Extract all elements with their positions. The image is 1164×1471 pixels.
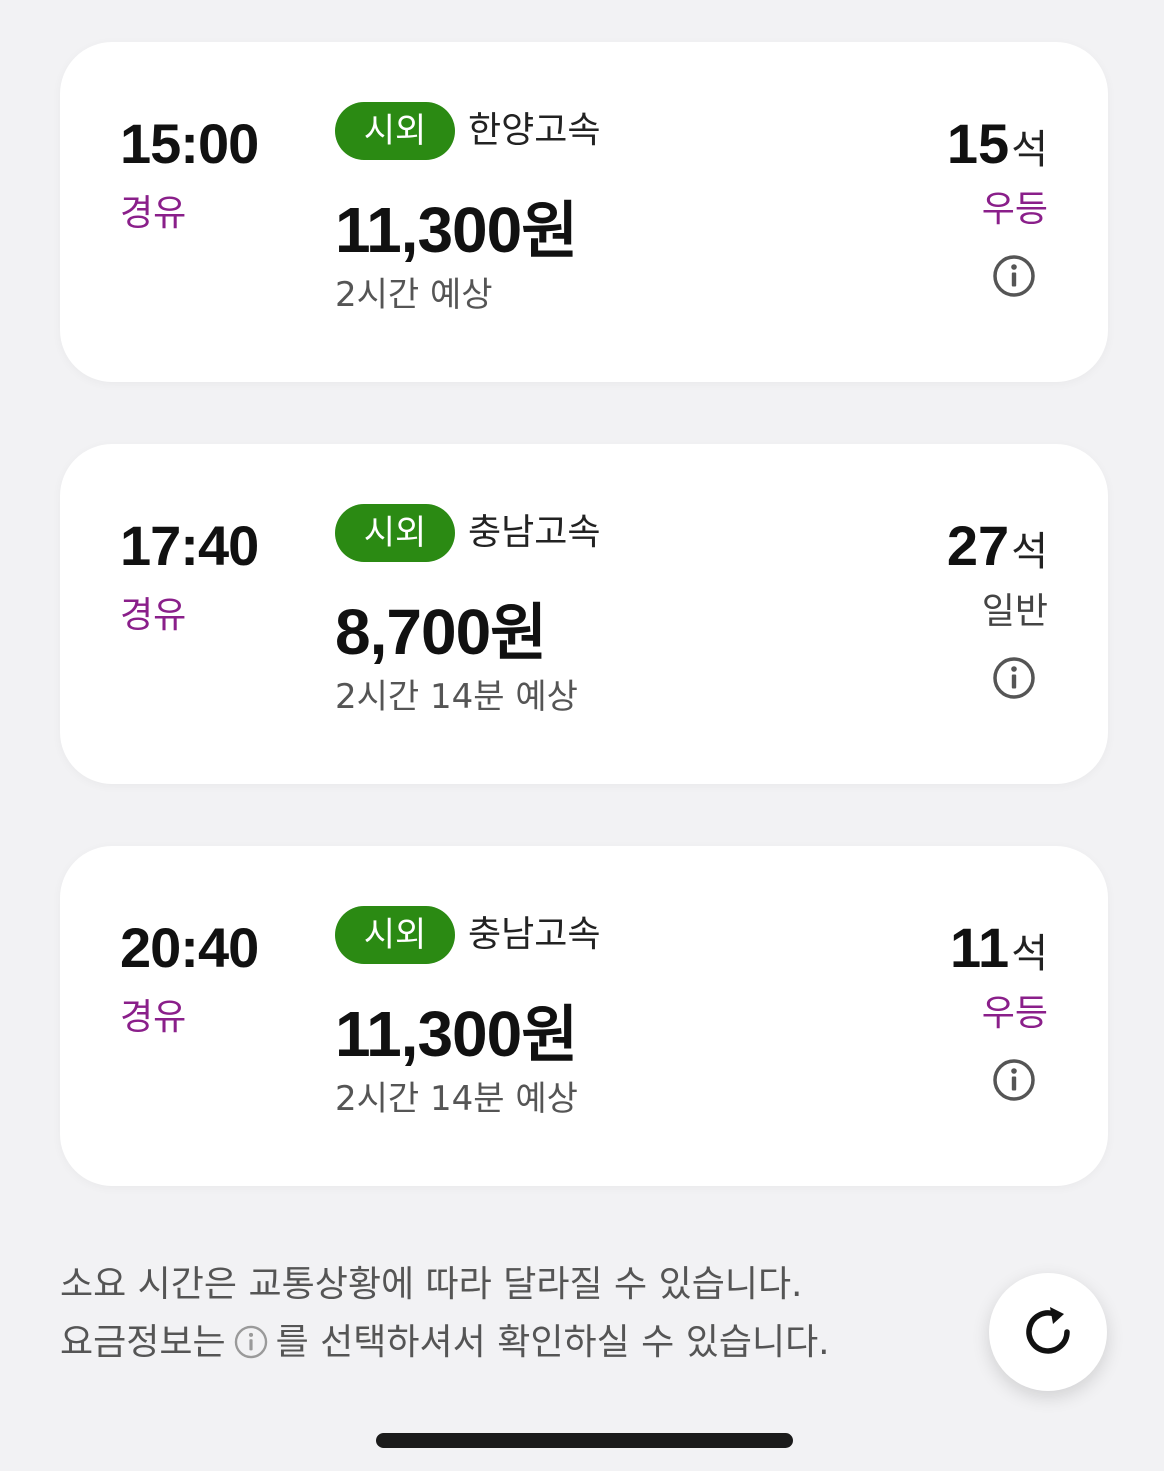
bus-type-badge: 시외 xyxy=(335,102,455,160)
info-icon[interactable] xyxy=(990,654,1038,702)
departure-time: 17:40 xyxy=(120,514,259,577)
notice-line-2: 요금정보는 를 선택하셔서 확인하실 수 있습니다. xyxy=(60,1314,960,1372)
seat-grade: 우등 xyxy=(981,189,1048,230)
fare: 11,300원 xyxy=(335,998,578,1071)
seats-unit: 석 xyxy=(1011,127,1048,173)
fare-unit: 원 xyxy=(521,998,578,1071)
departure-time: 15:00 xyxy=(120,112,259,175)
fare-amount: 8,700 xyxy=(335,596,491,668)
schedule-card[interactable]: 17:40 경유 시외 충남고속 8,700원 2시간 14분 예상 27석 일… xyxy=(60,444,1108,784)
seats-unit: 석 xyxy=(1011,931,1048,977)
estimated-duration: 2시간 예상 xyxy=(335,275,493,315)
schedule-card[interactable]: 20:40 경유 시외 충남고속 11,300원 2시간 14분 예상 11석 … xyxy=(60,846,1108,1186)
info-icon[interactable] xyxy=(990,252,1038,300)
bus-type-badge: 시외 xyxy=(335,504,455,562)
fare-unit: 원 xyxy=(490,596,547,669)
notice-text-before: 요금정보는 xyxy=(60,1322,226,1363)
seats-count: 15 xyxy=(946,112,1010,175)
fare-amount: 11,300 xyxy=(335,194,522,266)
seats-available: 27석 xyxy=(947,514,1048,592)
route-type: 경유 xyxy=(120,997,187,1038)
bus-company: 한양고속 xyxy=(468,110,601,151)
refresh-button[interactable] xyxy=(989,1273,1107,1391)
fare: 8,700원 xyxy=(335,596,547,669)
departure-time: 20:40 xyxy=(120,916,259,979)
fare: 11,300원 xyxy=(335,194,578,267)
seats-count: 27 xyxy=(946,514,1010,577)
fare-amount: 11,300 xyxy=(335,998,522,1070)
notice-line-1: 소요 시간은 교통상황에 따라 달라질 수 있습니다. xyxy=(60,1264,803,1305)
travel-time-notice: 소요 시간은 교통상황에 따라 달라질 수 있습니다. 요금정보는 를 선택하셔서… xyxy=(60,1256,960,1372)
fare-unit: 원 xyxy=(521,194,578,267)
route-type: 경유 xyxy=(120,193,187,234)
route-type: 경유 xyxy=(120,595,187,636)
schedule-card[interactable]: 15:00 경유 시외 한양고속 11,300원 2시간 예상 15석 우등 xyxy=(60,42,1108,382)
seat-grade: 우등 xyxy=(981,993,1048,1034)
home-indicator xyxy=(376,1433,793,1448)
seats-available: 11석 xyxy=(950,916,1048,994)
estimated-duration: 2시간 14분 예상 xyxy=(335,677,578,717)
bus-company: 충남고속 xyxy=(468,914,601,955)
seats-available: 15석 xyxy=(947,112,1048,190)
seats-count: 11 xyxy=(949,916,1010,979)
refresh-icon xyxy=(1026,1307,1070,1354)
bus-company: 충남고속 xyxy=(468,512,601,553)
info-icon[interactable] xyxy=(990,1056,1038,1104)
seats-unit: 석 xyxy=(1011,529,1048,575)
info-icon xyxy=(234,1325,267,1359)
notice-text-after: 를 선택하셔서 확인하실 수 있습니다. xyxy=(275,1322,830,1363)
bus-type-badge: 시외 xyxy=(335,906,455,964)
seat-grade: 일반 xyxy=(981,591,1048,632)
estimated-duration: 2시간 14분 예상 xyxy=(335,1079,578,1119)
